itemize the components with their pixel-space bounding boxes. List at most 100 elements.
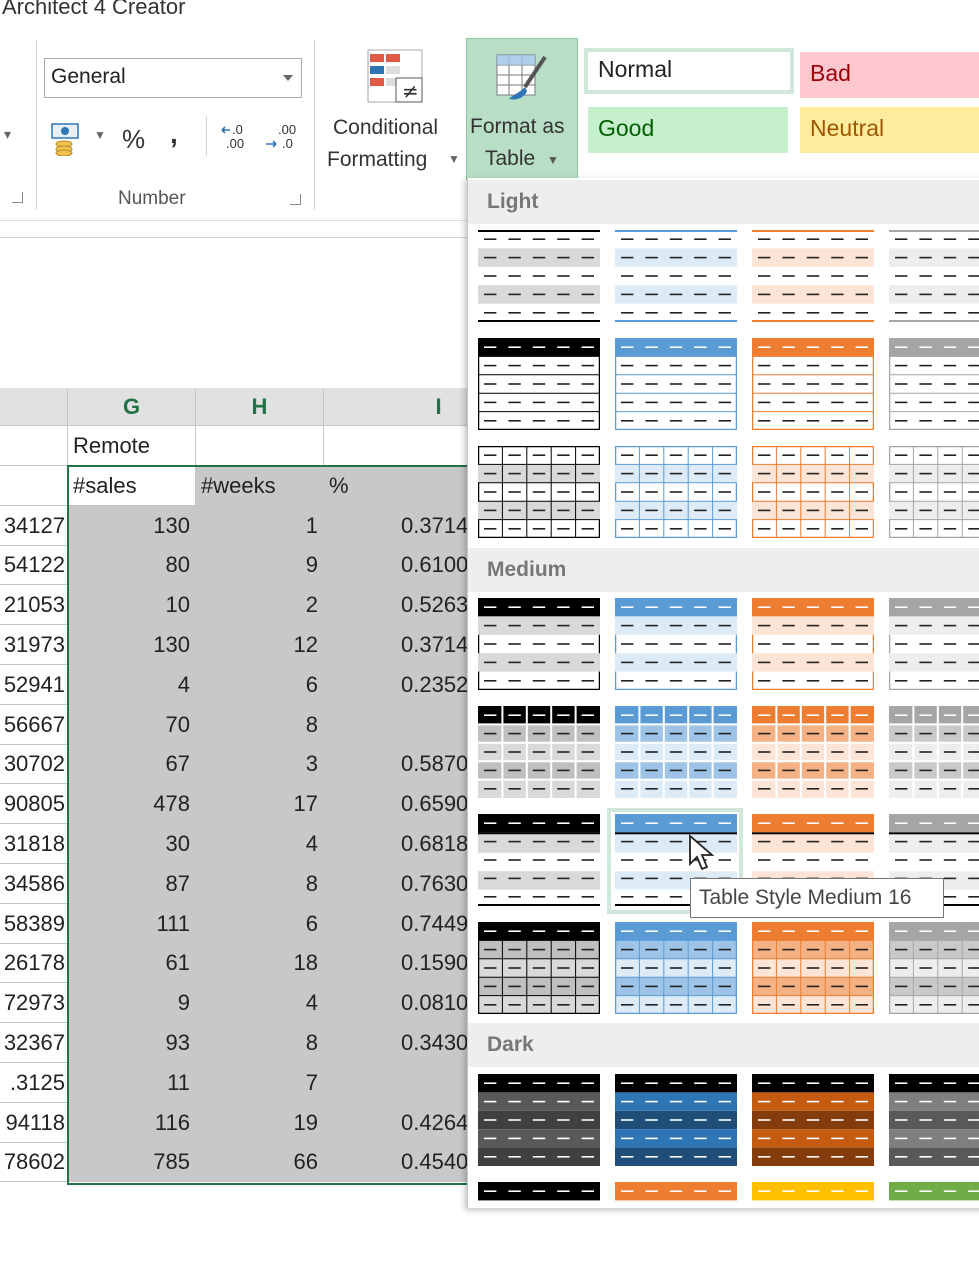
table-style-thumbnail[interactable] <box>478 1182 600 1274</box>
table-style-thumbnail[interactable] <box>615 338 737 430</box>
table-style-thumbnail[interactable] <box>889 230 979 322</box>
table-style-tooltip: Table Style Medium 16 <box>690 878 944 918</box>
cell-partial[interactable]: 34586 <box>0 864 68 904</box>
table-style-thumbnail[interactable] <box>478 598 600 690</box>
table-style-thumbnail[interactable] <box>752 338 874 430</box>
cell-partial[interactable]: 94118 <box>0 1103 68 1143</box>
column-header-partial[interactable] <box>0 388 68 426</box>
divider <box>206 116 207 156</box>
table-style-thumbnail[interactable] <box>615 598 737 690</box>
svg-text:.0: .0 <box>282 136 293 151</box>
accounting-format-icon[interactable] <box>50 122 90 156</box>
table-style-thumbnail[interactable] <box>615 1074 737 1166</box>
svg-text:.00: .00 <box>278 122 296 137</box>
chevron-down-icon: ▼ <box>547 153 559 167</box>
cell[interactable] <box>0 466 68 506</box>
cell-partial[interactable]: 54122 <box>0 545 68 585</box>
cell-style-neutral-label: Neutral <box>810 115 884 141</box>
cell-partial[interactable]: 21053 <box>0 585 68 625</box>
table-style-thumbnail[interactable] <box>478 814 600 906</box>
table-style-thumbnail[interactable] <box>478 338 600 430</box>
table-style-thumbnail[interactable] <box>889 1182 979 1274</box>
table-style-thumbnail[interactable] <box>478 922 600 1014</box>
cell-remote-label[interactable]: Remote <box>68 426 196 466</box>
cell-partial[interactable]: 31818 <box>0 824 68 864</box>
chevron-down-icon <box>283 75 293 81</box>
number-format-combo[interactable]: General <box>44 58 302 98</box>
column-header-h[interactable]: H <box>196 388 324 426</box>
cell-style-normal[interactable]: Normal <box>584 48 794 94</box>
cell-partial[interactable]: 52941 <box>0 665 68 705</box>
cell-partial[interactable]: 90805 <box>0 784 68 824</box>
mouse-cursor-icon <box>688 834 716 874</box>
cell-partial[interactable]: 30702 <box>0 744 68 784</box>
table-style-thumbnail[interactable] <box>478 446 600 538</box>
conditional-formatting-button[interactable]: ≠ Conditional Formatting ▼ <box>326 40 462 190</box>
table-style-thumbnail[interactable] <box>889 338 979 430</box>
conditional-formatting-icon: ≠ <box>366 48 426 106</box>
table-style-thumbnail[interactable] <box>889 706 979 798</box>
conditional-formatting-label-1: Conditional <box>333 116 438 140</box>
dropdown-arrow-icon[interactable]: ▾ <box>4 126 11 143</box>
svg-text:.00: .00 <box>226 136 244 151</box>
table-style-thumbnail[interactable] <box>615 446 737 538</box>
window-title-bar: Architect 4 Creator <box>0 0 979 30</box>
dialog-launcher-icon[interactable] <box>12 192 23 203</box>
cell-partial[interactable]: 34127 <box>0 506 68 546</box>
number-dialog-launcher-icon[interactable] <box>290 194 301 205</box>
cell[interactable] <box>0 426 68 466</box>
cell-style-normal-label: Normal <box>598 56 672 82</box>
format-as-table-label-2: Table <box>485 147 535 171</box>
decrease-decimal-icon[interactable]: .00 .0 <box>264 122 300 152</box>
group-divider <box>314 40 315 210</box>
table-style-thumbnail[interactable] <box>752 1182 874 1274</box>
cell-partial[interactable]: 58389 <box>0 904 68 944</box>
cell-style-bad-label: Bad <box>810 60 851 86</box>
table-style-thumbnail[interactable] <box>478 230 600 322</box>
table-style-thumbnail[interactable] <box>889 598 979 690</box>
table-style-thumbnails <box>468 178 979 1208</box>
cell[interactable] <box>196 426 324 466</box>
window-title: Architect 4 Creator <box>2 0 185 20</box>
cell-partial[interactable]: .3125 <box>0 1063 68 1103</box>
format-as-table-icon <box>495 51 551 107</box>
cell-style-bad[interactable]: Bad <box>800 52 979 98</box>
cell-partial[interactable]: 72973 <box>0 983 68 1023</box>
selection-border <box>67 465 477 1185</box>
cell-partial[interactable]: 56667 <box>0 705 68 745</box>
table-style-thumbnail[interactable] <box>889 922 979 1014</box>
chevron-down-icon[interactable]: ▼ <box>94 128 106 142</box>
table-style-thumbnail[interactable] <box>752 230 874 322</box>
cell-partial[interactable]: 31973 <box>0 625 68 665</box>
column-header-g[interactable]: G <box>68 388 196 426</box>
table-style-thumbnail[interactable] <box>478 1074 600 1166</box>
cell-style-good[interactable]: Good <box>588 107 788 153</box>
percent-style-button[interactable]: % <box>122 124 145 155</box>
table-style-thumbnail[interactable] <box>752 1074 874 1166</box>
table-style-thumbnail[interactable] <box>615 230 737 322</box>
number-format-value: General <box>51 65 126 89</box>
cell-partial[interactable]: 78602 <box>0 1142 68 1182</box>
format-as-table-label-1: Format as <box>470 115 565 139</box>
table-style-thumbnail[interactable] <box>478 706 600 798</box>
table-style-thumbnail[interactable] <box>752 922 874 1014</box>
format-as-table-button[interactable]: Format as Table ▼ <box>466 38 578 180</box>
cell-partial[interactable]: 26178 <box>0 943 68 983</box>
table-style-thumbnail[interactable] <box>615 1182 737 1274</box>
number-group-label: Number <box>118 188 186 210</box>
table-style-thumbnail[interactable] <box>752 706 874 798</box>
chevron-down-icon: ▼ <box>448 152 460 166</box>
cell-style-neutral[interactable]: Neutral <box>800 107 979 153</box>
cell-partial[interactable]: 32367 <box>0 1023 68 1063</box>
table-styles-gallery: Light Medium Dark <box>467 178 979 1208</box>
table-style-thumbnail[interactable] <box>615 922 737 1014</box>
table-style-thumbnail[interactable] <box>889 1074 979 1166</box>
table-style-thumbnail[interactable] <box>615 706 737 798</box>
table-style-thumbnail[interactable] <box>889 446 979 538</box>
table-style-thumbnail[interactable] <box>752 446 874 538</box>
comma-style-button[interactable]: , <box>170 118 178 150</box>
table-style-thumbnail[interactable] <box>752 598 874 690</box>
increase-decimal-icon[interactable]: .0 .00 <box>220 122 256 152</box>
svg-text:.0: .0 <box>232 122 243 137</box>
cell-style-good-label: Good <box>598 115 654 141</box>
